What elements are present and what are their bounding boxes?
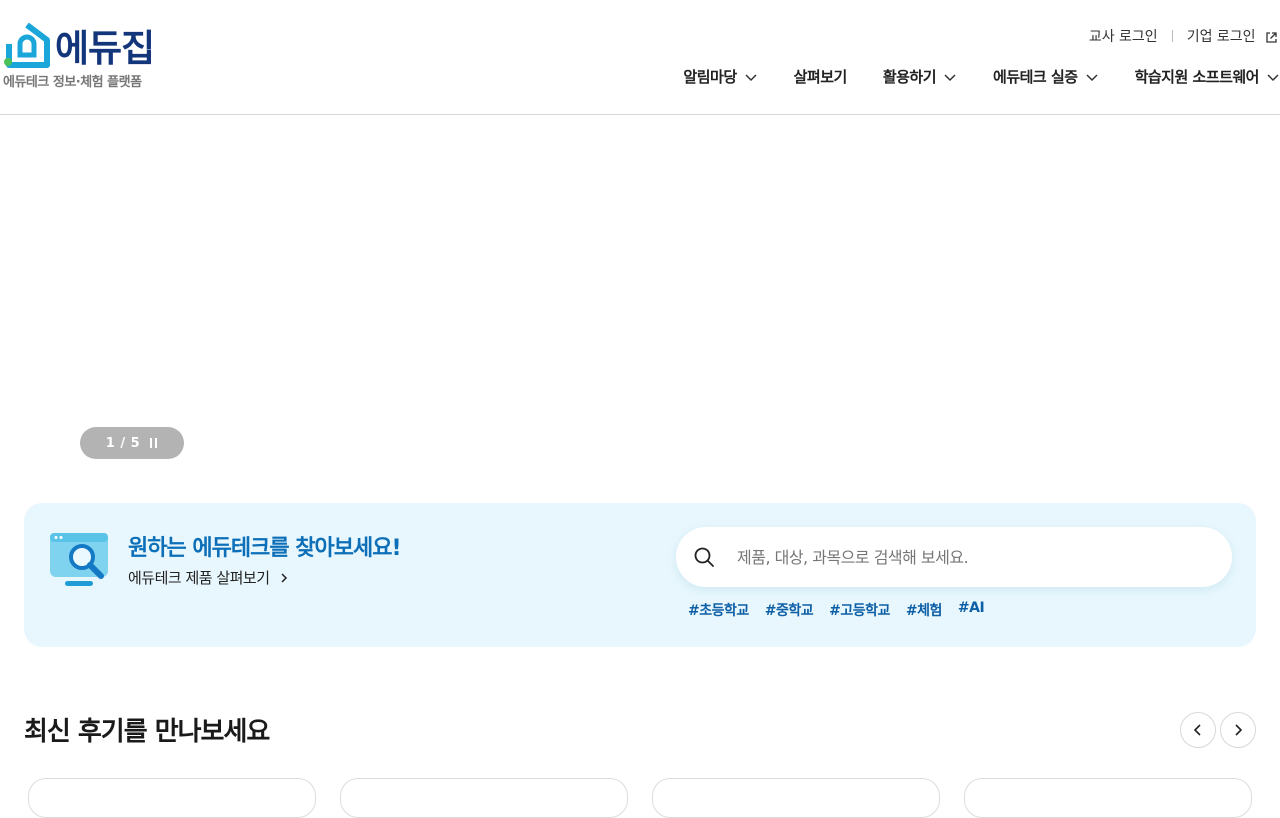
search-tags: #초등학교 #중학교 #고등학교 #체험 #AI — [688, 600, 1000, 620]
chevron-left-icon — [1193, 724, 1201, 736]
nav-item-utilize[interactable]: 활용하기 — [883, 66, 957, 87]
nav-item-learning-software[interactable]: 학습지원 소프트웨어 — [1135, 66, 1280, 87]
review-card[interactable] — [964, 778, 1252, 818]
search-band: 원하는 에듀테크를 찾아보세요! 에듀테크 제품 살펴보기 #초등학교 #중학교… — [24, 503, 1256, 647]
nav-item-notice[interactable]: 알림마당 — [683, 66, 757, 87]
tag-ai[interactable]: #AI — [958, 600, 985, 620]
search-monitor-icon — [50, 533, 108, 586]
browse-products-label: 에듀테크 제품 살펴보기 — [128, 569, 270, 587]
slide-controller[interactable]: 1 / 5 — [80, 427, 184, 459]
logo-tagline: 에듀테크 정보·체험 플랫폼 — [3, 75, 142, 90]
company-login-label: 기업 로그인 — [1186, 29, 1256, 45]
hero-slider: 1 / 5 — [0, 116, 1280, 486]
nav-item-label: 에듀테크 실증 — [993, 68, 1078, 86]
main-nav: 알림마당 살펴보기 활용하기 에듀테크 실증 학습지원 소프트웨어 — [620, 66, 1280, 87]
chevron-down-icon — [745, 73, 757, 81]
chevron-right-icon — [281, 572, 287, 583]
tag-high-school[interactable]: #고등학교 — [829, 600, 890, 620]
company-login-link[interactable]: 기업 로그인 — [1187, 26, 1278, 46]
nav-item-label: 알림마당 — [683, 68, 737, 86]
logo-link[interactable]: 에듀집 에듀테크 정보·체험 플랫폼 — [3, 22, 178, 92]
browse-products-link[interactable]: 에듀테크 제품 살펴보기 — [128, 567, 290, 588]
review-card[interactable] — [28, 778, 316, 818]
tag-experience[interactable]: #체험 — [906, 600, 943, 620]
utility-nav: 교사 로그인 기업 로그인 — [1089, 26, 1278, 46]
search-box — [676, 527, 1232, 587]
divider — [1171, 30, 1173, 42]
site-header: 에듀집 에듀테크 정보·체험 플랫폼 교사 로그인 기업 로그인 알림마당 살펴… — [0, 0, 1280, 115]
search-input[interactable] — [737, 547, 1207, 567]
tag-middle-school[interactable]: #중학교 — [765, 600, 814, 620]
reviews-prev-button[interactable] — [1180, 712, 1216, 748]
chevron-down-icon — [1086, 73, 1098, 81]
chevron-down-icon — [1267, 73, 1279, 81]
review-card[interactable] — [652, 778, 940, 818]
slide-indicator: 1 / 5 — [105, 435, 141, 451]
reviews-section-title: 최신 후기를 만나보세요 — [24, 717, 270, 747]
chevron-right-icon — [1235, 724, 1243, 736]
pause-icon[interactable] — [150, 438, 158, 448]
nav-item-browse[interactable]: 살펴보기 — [793, 66, 848, 87]
search-icon[interactable] — [693, 546, 715, 568]
review-card[interactable] — [340, 778, 628, 818]
search-band-title: 원하는 에듀테크를 찾아보세요! — [128, 536, 401, 561]
teacher-login-link[interactable]: 교사 로그인 — [1089, 26, 1158, 46]
edu-zip-logo-icon — [4, 22, 50, 68]
chevron-down-icon — [944, 73, 956, 81]
tag-elementary[interactable]: #초등학교 — [688, 600, 749, 620]
reviews-next-button[interactable] — [1220, 712, 1256, 748]
nav-item-verification[interactable]: 에듀테크 실증 — [993, 66, 1099, 87]
logo-wordmark: 에듀집 — [55, 27, 155, 70]
external-link-icon — [1266, 31, 1277, 43]
nav-item-label: 활용하기 — [882, 68, 937, 86]
nav-item-label: 학습지원 소프트웨어 — [1134, 68, 1260, 86]
nav-item-label: 살펴보기 — [793, 68, 848, 86]
